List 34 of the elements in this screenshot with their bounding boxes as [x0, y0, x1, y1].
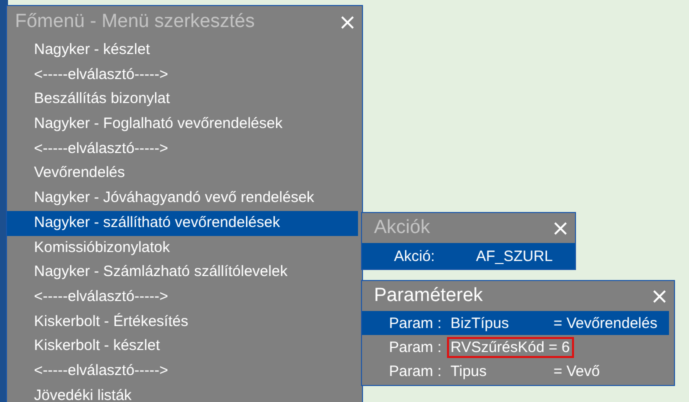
parameter-row[interactable]: Param : Tipus = Vevő	[362, 359, 669, 383]
action-value: AF_SZURL	[476, 248, 553, 264]
parameter-row[interactable]: Param : RVSzűrésKód = 6	[362, 335, 669, 359]
menu-item[interactable]: <-----elválasztó----->	[7, 136, 358, 162]
parameter-label: Param :	[389, 314, 442, 332]
menu-item[interactable]: Nagyker - készlet	[7, 38, 358, 63]
menu-item[interactable]: Vevőrendelés	[7, 161, 358, 186]
menu-item[interactable]: Kiskerbolt - készlet	[7, 334, 358, 359]
menu-item[interactable]: Kiskerbolt - Értékesítés	[7, 310, 358, 334]
menu-item[interactable]: Jövedéki listák	[7, 384, 358, 402]
menu-item[interactable]: Nagyker - Számlázható szállítólevelek	[7, 260, 358, 285]
window-title: Akciók	[374, 217, 430, 239]
window-title: Paraméterek	[374, 285, 483, 307]
parameter-value: = Vevő	[554, 362, 600, 380]
menu-item[interactable]: Nagyker - szállítható vevőrendelések	[7, 210, 358, 236]
menu-item[interactable]: Beszállítás bizonylat	[7, 87, 358, 112]
parameter-label: Param :	[389, 362, 442, 380]
parameter-name: BizTípus	[450, 314, 510, 334]
menu-item[interactable]: Nagyker - Foglalható vevőrendelések	[7, 112, 358, 137]
parameter-row[interactable]: Param : BizTípus = Vevőrendelés	[362, 311, 669, 335]
parameter-name: Tipus	[450, 362, 488, 382]
close-icon[interactable]	[554, 222, 567, 234]
parameter-value: = Vevőrendelés	[554, 314, 658, 332]
window-title: Főmenü - Menü szerkesztés	[15, 11, 255, 33]
menu-item[interactable]: Komissióbizonylatok	[7, 236, 358, 260]
parameter-label: Param :	[389, 338, 442, 356]
menu-item[interactable]: <-----elválasztó----->	[7, 358, 358, 384]
parameter-name: RVSzűrésKód = 6	[446, 336, 574, 358]
menu-item[interactable]: Nagyker - Jóváhagyandó vevő rendelések	[7, 186, 358, 211]
menu-item[interactable]: <-----elválasztó----->	[7, 62, 358, 88]
menu-item[interactable]: <-----elválasztó----->	[7, 284, 358, 310]
close-icon[interactable]	[341, 16, 354, 28]
close-icon[interactable]	[653, 290, 666, 302]
action-label: Akció:	[394, 248, 436, 264]
